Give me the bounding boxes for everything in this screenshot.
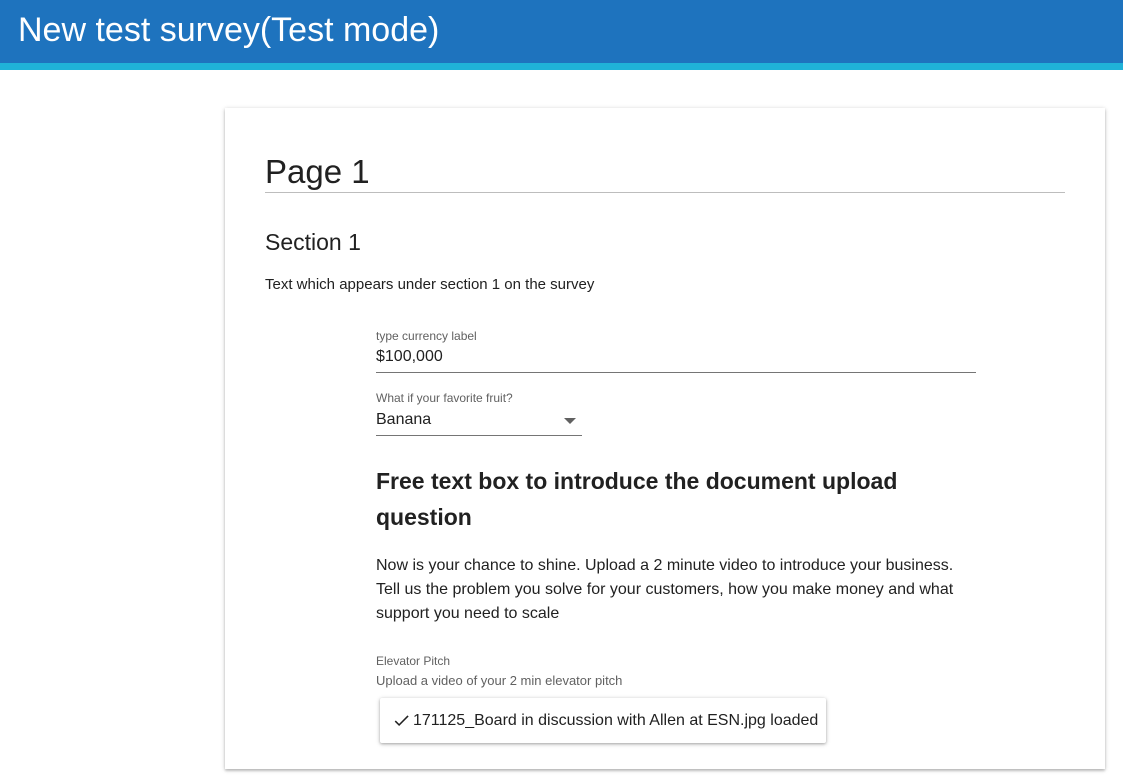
upload-field-label: Elevator Pitch <box>376 654 451 668</box>
section-description: Text which appears under section 1 on th… <box>265 276 595 293</box>
survey-title: New test survey(Test mode) <box>18 11 440 49</box>
fruit-select-value: Banana <box>376 411 432 428</box>
currency-field-label: type currency label <box>376 329 477 343</box>
page-divider <box>265 192 1065 193</box>
section-title: Section 1 <box>265 229 361 255</box>
currency-input[interactable] <box>376 344 976 370</box>
fruit-select[interactable]: Banana <box>376 407 582 436</box>
app-header: New test survey(Test mode) <box>0 0 1123 70</box>
currency-field[interactable] <box>376 344 976 373</box>
upload-intro-body: Now is your chance to shine. Upload a 2 … <box>376 557 954 622</box>
check-icon <box>394 715 409 727</box>
upload-field-hint: Upload a video of your 2 min elevator pi… <box>376 673 623 688</box>
page-title: Page 1 <box>265 153 370 190</box>
uploaded-file-button[interactable]: 171125_Board in discussion with Allen at… <box>380 698 826 743</box>
dropdown-arrow-icon[interactable] <box>564 418 576 424</box>
fruit-select-label: What if your favorite fruit? <box>376 391 513 405</box>
survey-card: Page 1 Section 1 Text which appears unde… <box>225 108 1105 769</box>
upload-intro-heading: Free text box to introduce the document … <box>376 468 898 530</box>
uploaded-file-status: 171125_Board in discussion with Allen at… <box>413 712 819 729</box>
